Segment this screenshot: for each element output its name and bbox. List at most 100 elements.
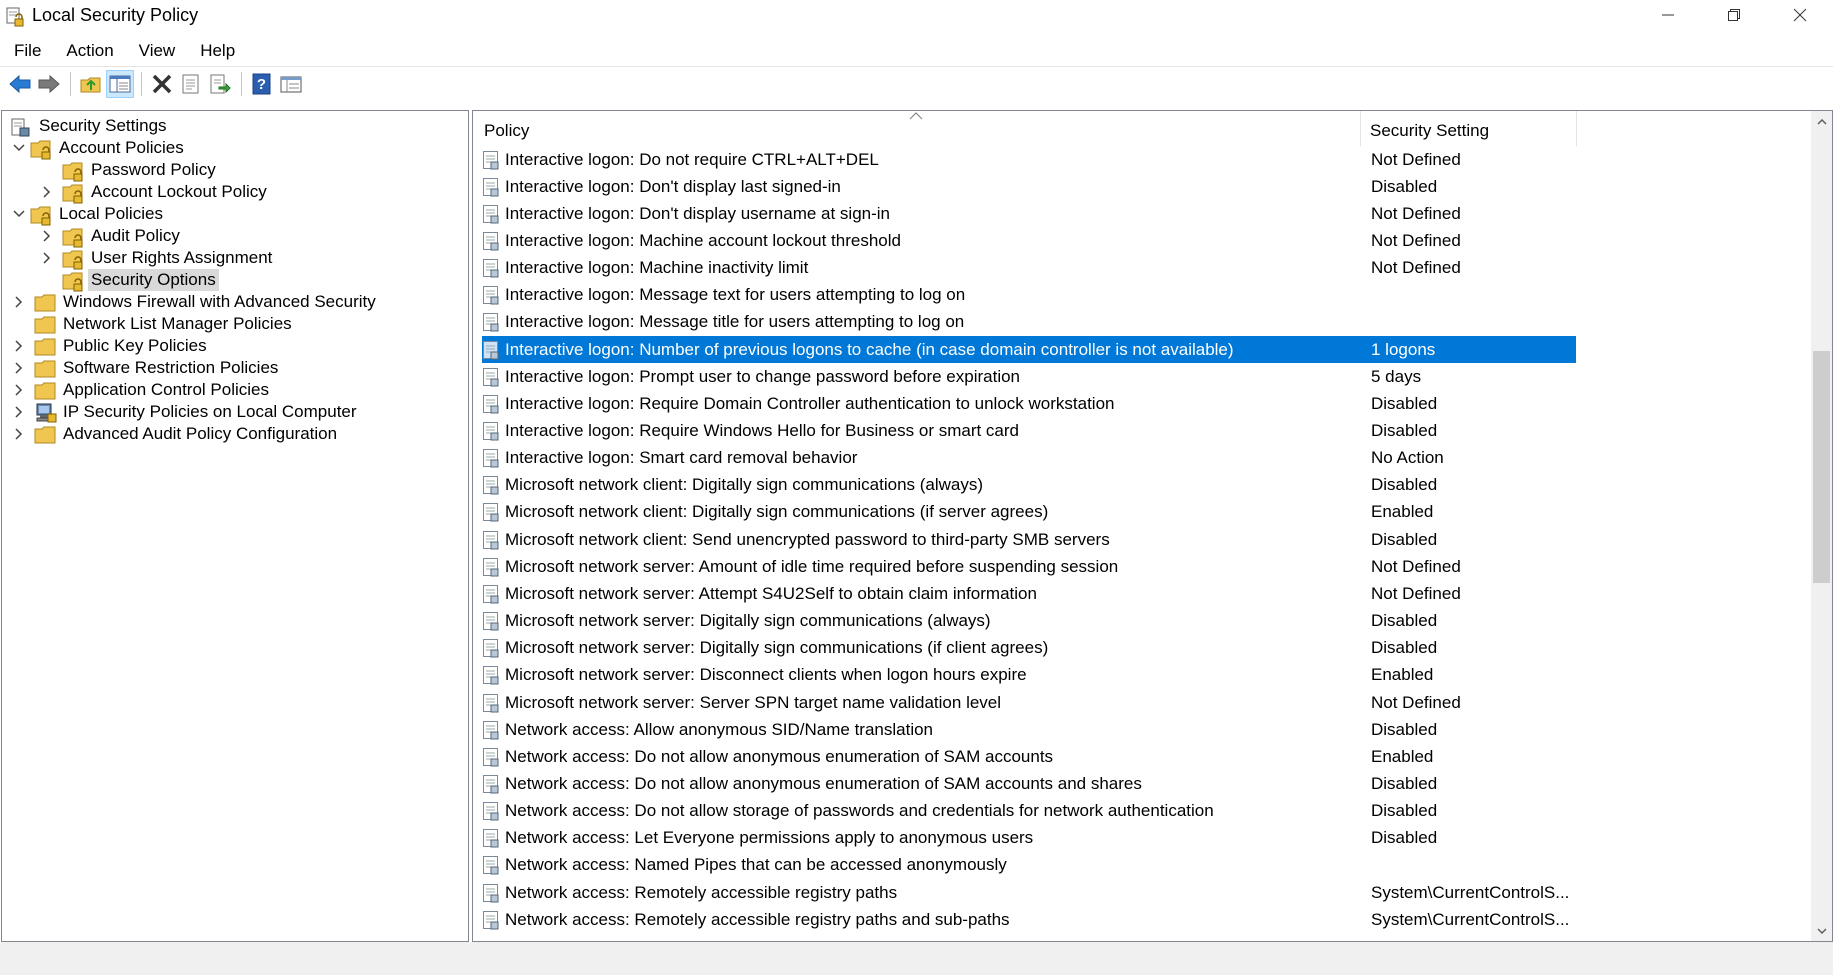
table-row[interactable]: Interactive logon: Don't display usernam… [482,200,1576,227]
menu-view[interactable]: View [125,41,187,61]
table-row[interactable]: Interactive logon: Prompt user to change… [482,363,1576,390]
policy-name: Interactive logon: Prompt user to change… [505,366,1021,386]
table-row[interactable]: Interactive logon: Don't display last si… [482,173,1576,200]
policy-name: Microsoft network server: Server SPN tar… [505,692,1002,712]
table-row[interactable]: Interactive logon: Require Windows Hello… [482,418,1576,445]
column-header-policy[interactable]: Policy [473,111,1361,146]
table-row[interactable]: Microsoft network client: Digitally sign… [482,499,1576,526]
policy-setting-icon [482,204,500,224]
table-row[interactable]: Microsoft network client: Digitally sign… [482,472,1576,499]
tree-item-label: Password Policy [91,159,216,179]
table-row[interactable]: Microsoft network server: Attempt S4U2Se… [482,580,1576,607]
tree-item-label: Account Lockout Policy [91,181,267,201]
table-row[interactable]: Network access: Do not allow anonymous e… [482,770,1576,797]
tree-item-label: User Rights Assignment [91,247,273,267]
up-level-button[interactable] [77,70,105,98]
chevron-right-icon[interactable] [39,245,55,270]
status-bar [0,942,1833,975]
table-row[interactable]: Microsoft network server: Disconnect cli… [482,662,1576,689]
table-row[interactable]: Network access: Named Pipes that can be … [482,852,1576,879]
help-button[interactable]: ? [248,70,276,98]
table-row[interactable]: Interactive logon: Require Domain Contro… [482,390,1576,417]
table-row[interactable]: Microsoft network server: Digitally sign… [482,635,1576,662]
policy-name: Interactive logon: Message title for use… [505,312,965,332]
table-row[interactable]: Network access: Remotely accessible regi… [482,879,1576,906]
chevron-right-icon[interactable] [11,421,27,446]
chevron-up-icon [1816,118,1827,125]
close-button[interactable] [1767,0,1833,30]
table-row[interactable]: Network access: Allow anonymous SID/Name… [482,716,1576,743]
table-row[interactable]: Microsoft network server: Server SPN tar… [482,689,1576,716]
title-bar: Local Security Policy [0,0,1833,30]
policy-setting-icon [482,720,500,740]
minimize-button[interactable] [1635,0,1701,30]
security-setting-value: Enabled [1371,746,1434,766]
security-setting-value: Disabled [1371,638,1438,658]
details-view-button[interactable] [277,70,305,98]
console-tree[interactable]: Security Settings Account Policies Passw… [1,110,469,942]
policy-setting-icon [482,774,500,794]
policy-list[interactable]: Policy Security Setting Interactive logo… [472,110,1833,942]
security-setting-value: Not Defined [1371,149,1461,169]
sort-ascending-icon [909,111,923,123]
properties-button[interactable] [177,70,205,98]
policy-name: Microsoft network client: Send unencrypt… [505,529,1110,549]
policy-setting-icon [482,367,500,387]
forward-button[interactable] [35,70,63,98]
tree-item-advanced-audit-policy[interactable]: Advanced Audit Policy Configuration [11,421,340,446]
delete-button[interactable] [148,70,176,98]
table-row[interactable]: Interactive logon: Number of previous lo… [482,336,1576,364]
column-header-security-setting[interactable]: Security Setting [1361,111,1577,146]
table-row[interactable]: Interactive logon: Message text for user… [482,282,1576,309]
policy-setting-icon [482,475,500,495]
scroll-thumb[interactable] [1813,351,1830,583]
restore-button[interactable] [1701,0,1767,30]
table-row[interactable]: Microsoft network server: Amount of idle… [482,553,1576,580]
column-header-label: Security Setting [1370,121,1490,140]
security-setting-value: System\CurrentControlS... [1371,909,1570,929]
table-row[interactable]: Interactive logon: Do not require CTRL+A… [482,146,1576,173]
tree-item-label: IP Security Policies on Local Computer [63,401,357,421]
tree-item-label: Audit Policy [91,225,180,245]
policy-setting-icon [482,231,500,251]
table-row[interactable]: Interactive logon: Machine inactivity li… [482,255,1576,282]
export-list-button[interactable] [206,70,234,98]
menu-action[interactable]: Action [52,41,124,61]
chevron-right-icon[interactable] [11,289,27,314]
table-row[interactable]: Interactive logon: Smart card removal be… [482,445,1576,472]
table-row[interactable]: Network access: Do not allow storage of … [482,798,1576,825]
scroll-down-button[interactable] [1811,920,1832,941]
table-row[interactable]: Interactive logon: Message title for use… [482,309,1576,336]
chevron-down-icon[interactable] [11,135,27,160]
policy-setting-icon [482,638,500,658]
tree-item-label: Account Policies [59,137,184,157]
policy-setting-icon [482,855,500,875]
locked-folder-icon [62,160,84,181]
security-setting-value: 1 logons [1371,339,1436,359]
locked-folder-icon [30,204,52,225]
table-row[interactable]: Interactive logon: Machine account locko… [482,227,1576,254]
policy-setting-icon [482,502,500,522]
table-row[interactable]: Microsoft network server: Digitally sign… [482,608,1576,635]
back-button[interactable] [6,70,34,98]
security-setting-value: Disabled [1371,773,1438,793]
menu-help[interactable]: Help [186,41,246,61]
policy-name: Network access: Allow anonymous SID/Name… [505,719,934,739]
tree-item-label: Security Options [88,268,219,291]
toolbar-separator [241,72,242,96]
policy-name: Network access: Do not allow anonymous e… [505,746,1054,766]
table-row[interactable]: Network access: Let Everyone permissions… [482,825,1576,852]
scroll-up-button[interactable] [1811,111,1832,132]
tree-item-label: Advanced Audit Policy Configuration [63,423,338,443]
table-row[interactable]: Network access: Do not allow anonymous e… [482,743,1576,770]
policy-setting-icon [482,258,500,278]
menu-file[interactable]: File [0,41,52,61]
vertical-scrollbar[interactable] [1811,111,1832,941]
show-hide-tree-button[interactable] [106,70,134,98]
chevron-down-icon[interactable] [11,201,27,226]
table-row[interactable]: Microsoft network client: Send unencrypt… [482,526,1576,553]
policy-name: Interactive logon: Smart card removal be… [505,448,858,468]
policy-setting-icon [482,312,500,332]
table-row[interactable]: Network access: Remotely accessible regi… [482,906,1576,933]
locked-folder-icon [62,182,84,203]
